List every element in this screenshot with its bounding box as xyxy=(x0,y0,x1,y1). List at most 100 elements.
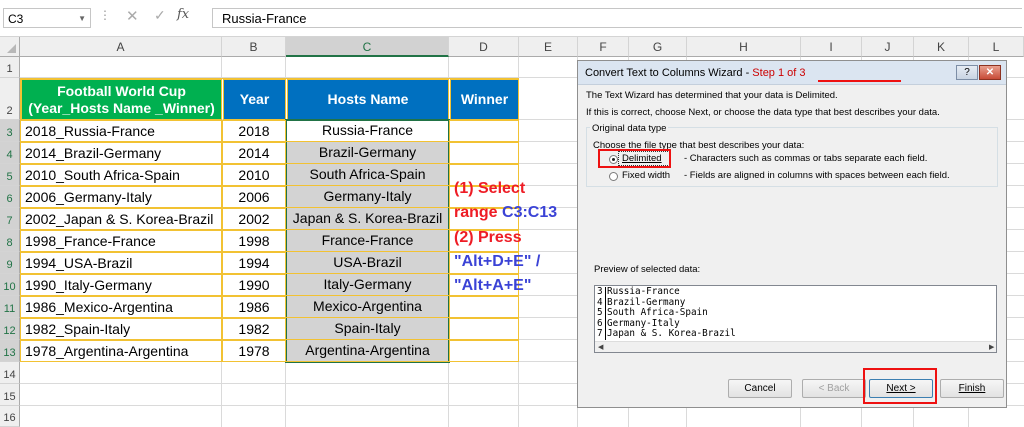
preview-line-text: Brazil-Germany xyxy=(607,296,686,308)
row-header-4[interactable]: 4 xyxy=(0,142,20,164)
table-cell-year[interactable]: 1998 xyxy=(222,230,286,252)
table-cell-event[interactable]: 2018_Russia-France xyxy=(20,120,222,142)
column-header-e[interactable]: E xyxy=(519,37,578,57)
row-header-8[interactable]: 8 xyxy=(0,230,20,252)
table-header-d[interactable]: Winner xyxy=(450,79,519,120)
active-cell[interactable] xyxy=(287,121,447,141)
group-label: Original data type xyxy=(590,123,669,134)
scroll-right-icon[interactable]: ▶ xyxy=(989,343,994,351)
column-header-f[interactable]: F xyxy=(578,37,629,57)
table-cell-year[interactable]: 1982 xyxy=(222,318,286,340)
table-header-c[interactable]: Hosts Name xyxy=(287,79,449,120)
table-cell-event[interactable]: 2006_Germany-Italy xyxy=(20,186,222,208)
help-button[interactable]: ? xyxy=(956,65,978,80)
table-cell-year[interactable]: 2002 xyxy=(222,208,286,230)
table-cell-event[interactable]: 1982_Spain-Italy xyxy=(20,318,222,340)
chevron-down-icon[interactable]: ▼ xyxy=(78,9,86,29)
column-header-h[interactable]: H xyxy=(687,37,801,57)
table-header-b[interactable]: Year xyxy=(223,79,286,120)
row-header-11[interactable]: 11 xyxy=(0,296,20,318)
close-button[interactable]: ✕ xyxy=(979,65,1001,80)
table-cell-event[interactable]: 1998_France-France xyxy=(20,230,222,252)
table-cell-year[interactable]: 1990 xyxy=(222,274,286,296)
table-cell-year[interactable]: 2014 xyxy=(222,142,286,164)
fixed-width-label[interactable]: Fixed width xyxy=(622,170,670,181)
table-cell-year[interactable]: 1994 xyxy=(222,252,286,274)
text-to-columns-dialog: Convert Text to Columns Wizard - Step 1 … xyxy=(577,60,1007,408)
table-cell-hosts[interactable]: Mexico-Argentina xyxy=(286,296,449,318)
row-header-12[interactable]: 12 xyxy=(0,318,20,340)
dialog-title-bar[interactable]: Convert Text to Columns Wizard - Step 1 … xyxy=(578,61,1006,85)
table-cell-year[interactable]: 1986 xyxy=(222,296,286,318)
row-header-10[interactable]: 10 xyxy=(0,274,20,296)
table-cell-year[interactable]: 1978 xyxy=(222,340,286,362)
select-all-corner[interactable] xyxy=(0,37,20,57)
column-header-l[interactable]: L xyxy=(969,37,1024,57)
table-cell-event[interactable]: 2014_Brazil-Germany xyxy=(20,142,222,164)
table-cell-hosts[interactable]: Germany-Italy xyxy=(286,186,449,208)
table-cell-year[interactable]: 2006 xyxy=(222,186,286,208)
column-header-j[interactable]: J xyxy=(862,37,914,57)
table-cell-winner[interactable] xyxy=(449,142,519,164)
table-cell-winner[interactable] xyxy=(449,120,519,142)
column-header-i[interactable]: I xyxy=(801,37,862,57)
confirm-entry-icon[interactable]: ✓ xyxy=(154,7,166,24)
preview-line-text: Russia-France xyxy=(607,286,680,297)
table-cell-event[interactable]: 1986_Mexico-Argentina xyxy=(20,296,222,318)
table-cell-event[interactable]: 2002_Japan & S. Korea-Brazil xyxy=(20,208,222,230)
table-cell-event[interactable]: 1994_USA-Brazil xyxy=(20,252,222,274)
insert-function-icon[interactable]: fx xyxy=(177,7,189,22)
table-cell-winner[interactable] xyxy=(449,340,519,362)
table-cell-hosts[interactable]: Japan & S. Korea-Brazil xyxy=(286,208,449,230)
table-cell-year[interactable]: 2010 xyxy=(222,164,286,186)
preview-line-text: South Africa-Spain xyxy=(607,307,708,318)
delimited-description: - Characters such as commas or tabs sepa… xyxy=(684,153,928,164)
row-header-5[interactable]: 5 xyxy=(0,164,20,186)
row-header-15[interactable]: 15 xyxy=(0,384,20,406)
finish-button[interactable]: Finish xyxy=(940,379,1004,398)
row-header-16[interactable]: 16 xyxy=(0,406,20,427)
table-cell-event[interactable]: 1978_Argentina-Argentina xyxy=(20,340,222,362)
table-cell-year[interactable]: 2018 xyxy=(222,120,286,142)
table-cell-hosts[interactable]: Brazil-Germany xyxy=(286,142,449,164)
column-header-d[interactable]: D xyxy=(449,37,519,57)
table-cell-hosts[interactable]: Italy-Germany xyxy=(286,274,449,296)
row-header-1[interactable]: 1 xyxy=(0,57,20,78)
cancel-entry-icon[interactable]: ✕ xyxy=(126,7,139,25)
formula-input[interactable]: Russia-France xyxy=(212,8,1022,28)
table-cell-event[interactable]: 1990_Italy-Germany xyxy=(20,274,222,296)
column-header-b[interactable]: B xyxy=(222,37,286,57)
table-header-a[interactable]: Football World Cup (Year_Hosts Name _Win… xyxy=(21,79,222,120)
row-header-13[interactable]: 13 xyxy=(0,340,20,362)
table-cell-winner[interactable] xyxy=(449,318,519,340)
back-button[interactable]: < Back xyxy=(802,379,866,398)
formula-bar: C3 ▼ ⋮ ✕ ✓ fx Russia-France xyxy=(0,0,1024,37)
cancel-button[interactable]: Cancel xyxy=(728,379,792,398)
row-header-9[interactable]: 9 xyxy=(0,252,20,274)
table-cell-hosts[interactable]: Argentina-Argentina xyxy=(286,340,449,362)
scroll-left-icon[interactable]: ◀ xyxy=(598,343,603,351)
dialog-intro-2: If this is correct, choose Next, or choo… xyxy=(586,107,940,118)
column-header-g[interactable]: G xyxy=(629,37,687,57)
table-cell-event[interactable]: 2010_South Africa-Spain xyxy=(20,164,222,186)
table-cell-hosts[interactable]: South Africa-Spain xyxy=(286,164,449,186)
row-header-7[interactable]: 7 xyxy=(0,208,20,230)
row-header-3[interactable]: 3 xyxy=(0,120,20,142)
table-cell-winner[interactable] xyxy=(449,296,519,318)
column-header-c[interactable]: C xyxy=(286,37,449,57)
fixed-width-radio[interactable] xyxy=(609,172,618,181)
column-header-a[interactable]: A xyxy=(20,37,222,57)
instruction-range-label: range xyxy=(454,204,503,221)
next-button[interactable]: Next > xyxy=(869,379,933,398)
row-header-14[interactable]: 14 xyxy=(0,362,20,384)
preview-horizontal-scrollbar[interactable]: ◀ ▶ xyxy=(595,341,996,352)
column-header-k[interactable]: K xyxy=(914,37,969,57)
data-preview[interactable]: 3 Russia-France 4 Brazil-Germany 5 South Afri… xyxy=(594,285,997,353)
row-header-6[interactable]: 6 xyxy=(0,186,20,208)
table-cell-hosts[interactable]: Spain-Italy xyxy=(286,318,449,340)
table-cell-hosts[interactable]: France-France xyxy=(286,230,449,252)
row-header-2[interactable]: 2 xyxy=(0,78,20,120)
table-cell-hosts[interactable]: USA-Brazil xyxy=(286,252,449,274)
drag-handle-icon[interactable]: ⋮ xyxy=(99,8,111,22)
name-box[interactable]: C3 ▼ xyxy=(3,8,91,28)
